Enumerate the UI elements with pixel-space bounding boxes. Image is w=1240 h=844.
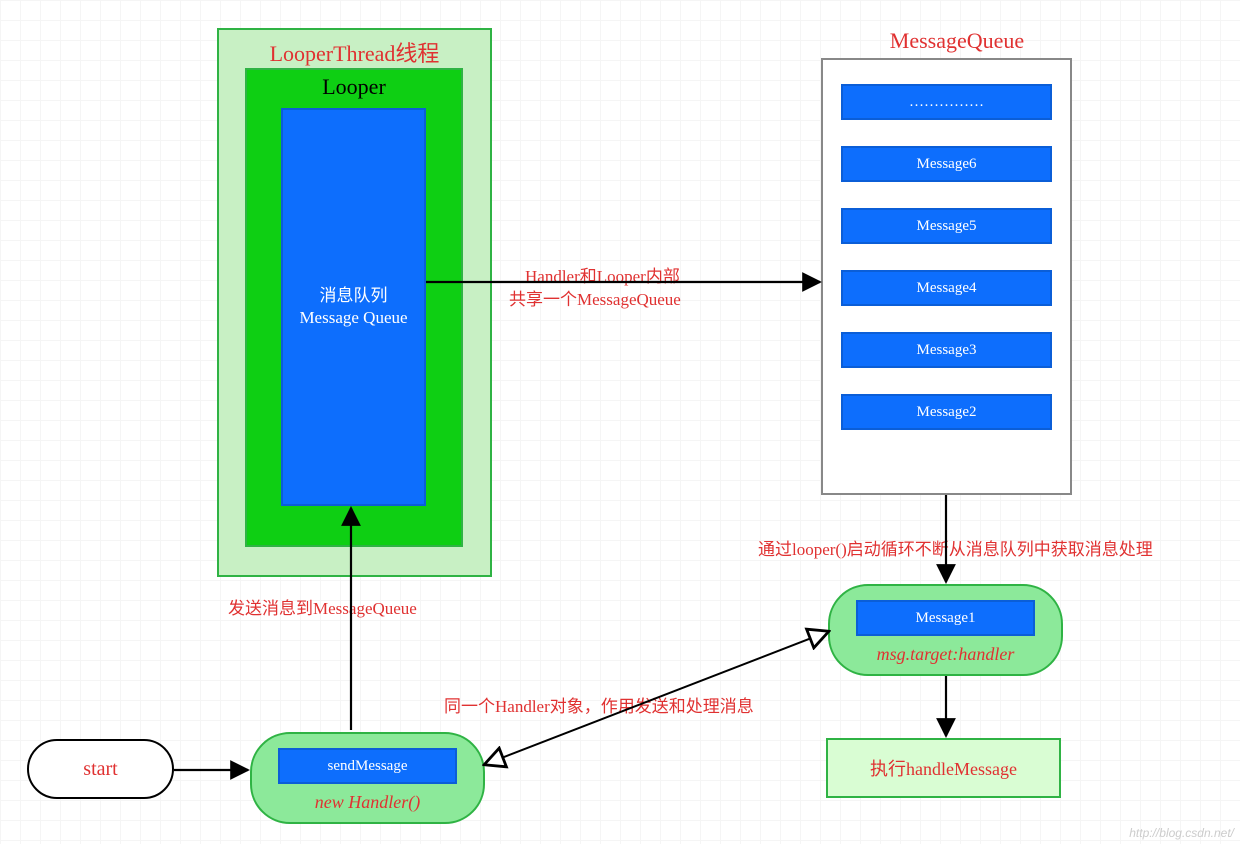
loop-note: 通过looper()启动循环不断从消息队列中获取消息处理	[758, 535, 1153, 560]
share-note-line1: Handler和Looper内部	[525, 262, 680, 287]
message1-item: Message1	[856, 600, 1035, 636]
send-message-item: sendMessage	[278, 748, 457, 784]
exec-box: 执行handleMessage	[826, 738, 1061, 798]
handler-box: sendMessage new Handler()	[250, 732, 485, 824]
handler-label: new Handler()	[252, 792, 483, 813]
looper-thread-title: LooperThread线程	[219, 36, 490, 68]
exec-label: 执行handleMessage	[870, 755, 1017, 781]
queue-item-4: Message4	[841, 270, 1052, 306]
message-queue-title: MessageQueue	[832, 28, 1082, 54]
send-note: 发送消息到MessageQueue	[228, 594, 417, 619]
msg-target-box: Message1 msg.target:handler	[828, 584, 1063, 676]
queue-item-more: ……………	[841, 84, 1052, 120]
same-handler-note: 同一个Handler对象，作用发送和处理消息	[444, 692, 754, 717]
looper-inner-queue: 消息队列 Message Queue	[281, 108, 426, 506]
queue-item-3: Message3	[841, 332, 1052, 368]
start-label: start	[83, 758, 117, 781]
msg-target-label: msg.target:handler	[830, 644, 1061, 665]
watermark: http://blog.csdn.net/	[1129, 826, 1234, 840]
queue-item-5: Message5	[841, 208, 1052, 244]
message-queue-box: …………… Message6 Message5 Message4 Message…	[821, 58, 1072, 495]
start-box: start	[27, 739, 174, 799]
queue-item-2: Message2	[841, 394, 1052, 430]
looper-title: Looper	[247, 74, 461, 100]
share-note-line2: 共享一个MessageQueue	[509, 285, 681, 310]
looper-inner-label-2: Message Queue	[299, 307, 407, 329]
looper-inner-label-1: 消息队列	[320, 285, 388, 307]
queue-item-6: Message6	[841, 146, 1052, 182]
